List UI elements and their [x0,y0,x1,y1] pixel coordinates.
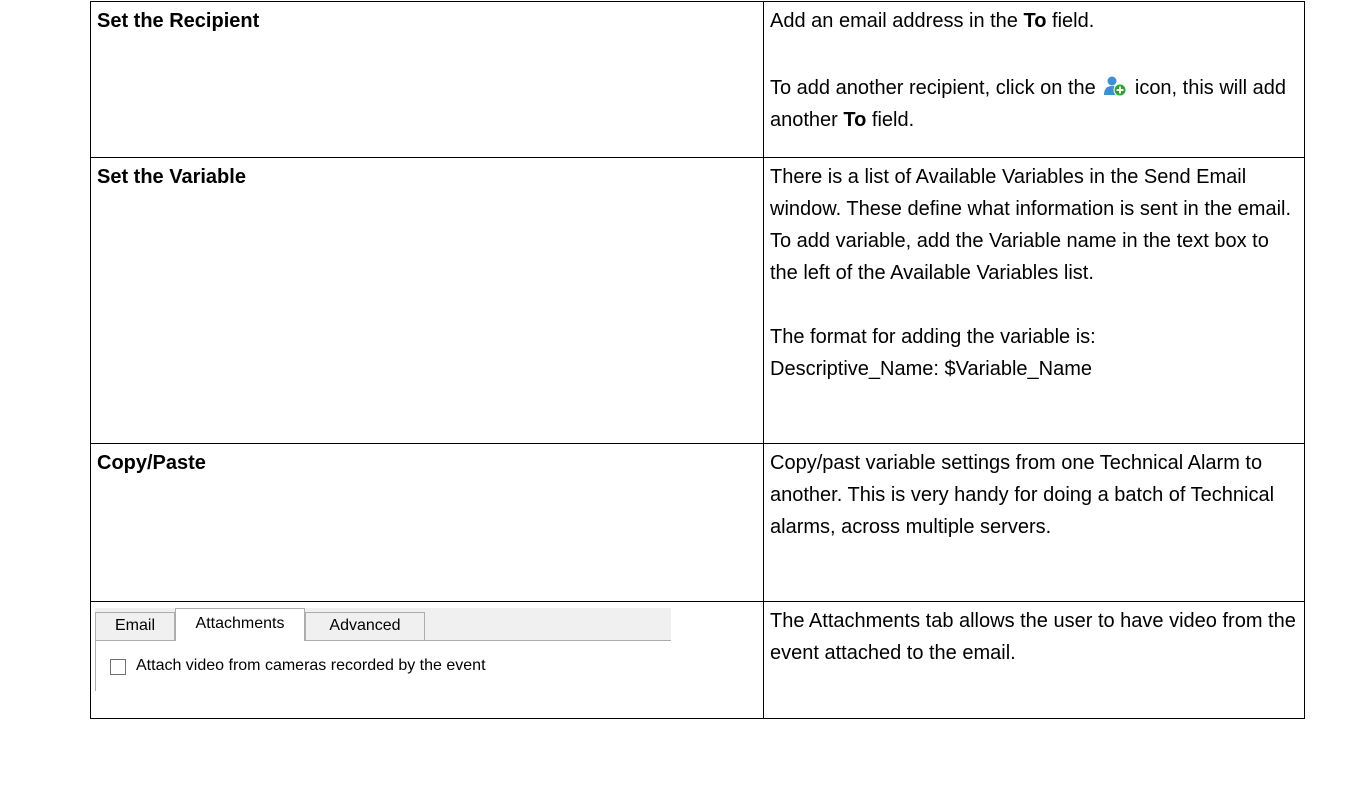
row-description-cell: Add an email address in the To field. To… [763,1,1305,158]
row-heading: Set the Recipient [97,10,260,32]
table-row: Email Attachments Advanced Attach video … [90,601,1305,719]
row-heading-cell: Set the Recipient [90,1,764,158]
tab-bar: Email Attachments Advanced [95,608,671,641]
attachments-screenshot-cell: Email Attachments Advanced Attach video … [90,601,764,719]
attach-video-checkbox[interactable] [110,659,126,675]
row-description-cell: Copy/past variable settings from one Tec… [763,443,1305,602]
table-row: Set the Recipient Add an email address i… [90,1,1305,158]
description-paragraph: To add another recipient, click on the i… [770,69,1298,136]
description-paragraph: There is a list of Available Variables i… [770,166,1292,284]
table-row: Set the Variable There is a list of Avai… [90,157,1305,444]
row-heading-cell: Set the Variable [90,157,764,444]
row-description-cell: The Attachments tab allows the user to h… [763,601,1305,719]
table-row: Copy/Paste Copy/past variable settings f… [90,443,1305,602]
info-table: Set the Recipient Add an email address i… [90,1,1305,719]
add-user-icon [1103,74,1127,98]
attach-video-label[interactable]: Attach video from cameras recorded by th… [136,657,486,675]
tab-advanced[interactable]: Advanced [305,612,425,640]
row-description-cell: There is a list of Available Variables i… [763,157,1305,444]
attachments-dialog-screenshot: Email Attachments Advanced Attach video … [95,608,763,718]
tab-email[interactable]: Email [95,612,175,640]
description-paragraph: The format for adding the variable is: De… [770,326,1096,380]
attachments-panel: Attach video from cameras recorded by th… [95,641,672,691]
description-paragraph: The Attachments tab allows the user to h… [770,610,1296,664]
description-paragraph: Copy/past variable settings from one Tec… [770,452,1275,538]
row-heading: Set the Variable [97,166,246,188]
tab-attachments[interactable]: Attachments [175,608,305,641]
description-paragraph: Add an email address in the To field. [770,10,1095,32]
row-heading: Copy/Paste [97,452,206,474]
row-heading-cell: Copy/Paste [90,443,764,602]
